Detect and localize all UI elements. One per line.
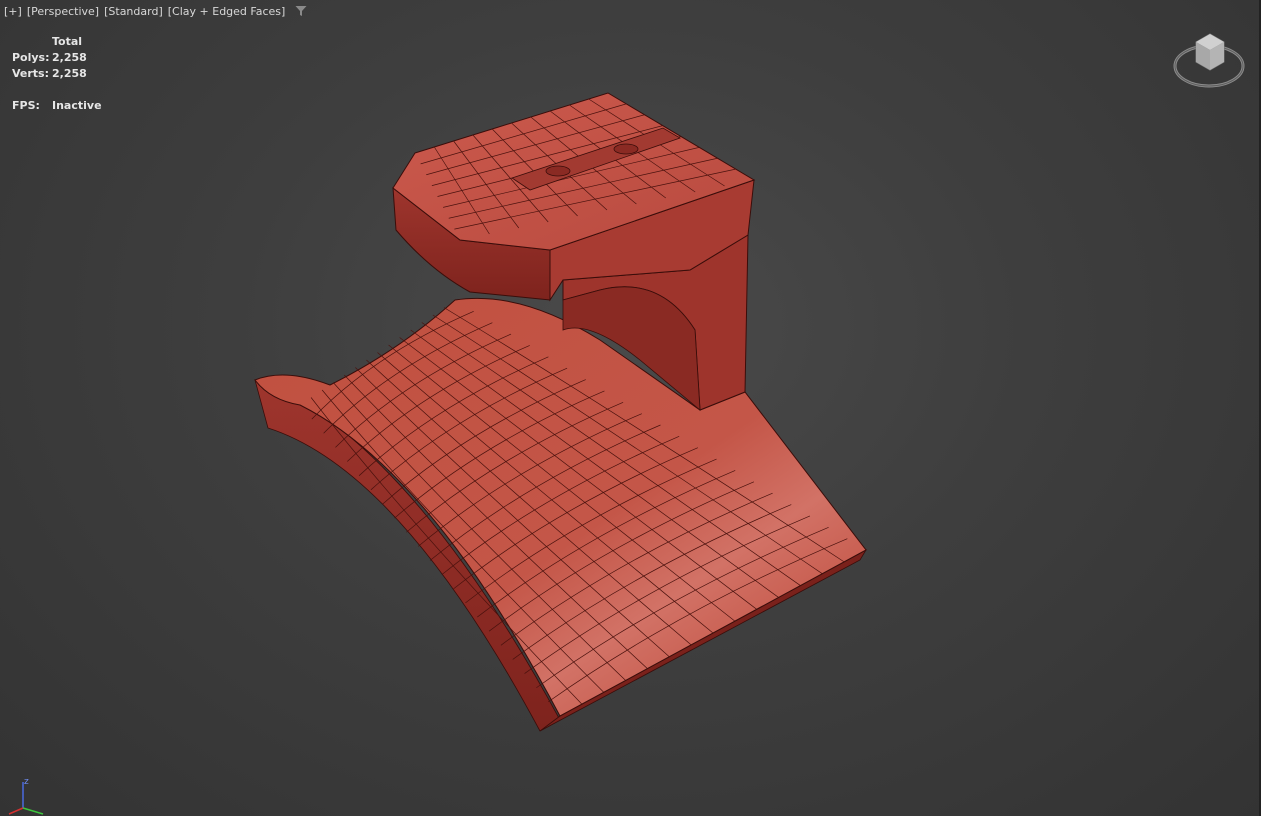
viewport-scene[interactable]: [0, 0, 1261, 816]
axis-tripod-icon: z: [8, 777, 44, 815]
hole-left: [545, 165, 571, 177]
hole-right: [613, 143, 639, 155]
axis-z-label: z: [24, 777, 29, 787]
clay-model[interactable]: [254, 92, 868, 732]
viewcube-icon[interactable]: [1172, 28, 1246, 92]
